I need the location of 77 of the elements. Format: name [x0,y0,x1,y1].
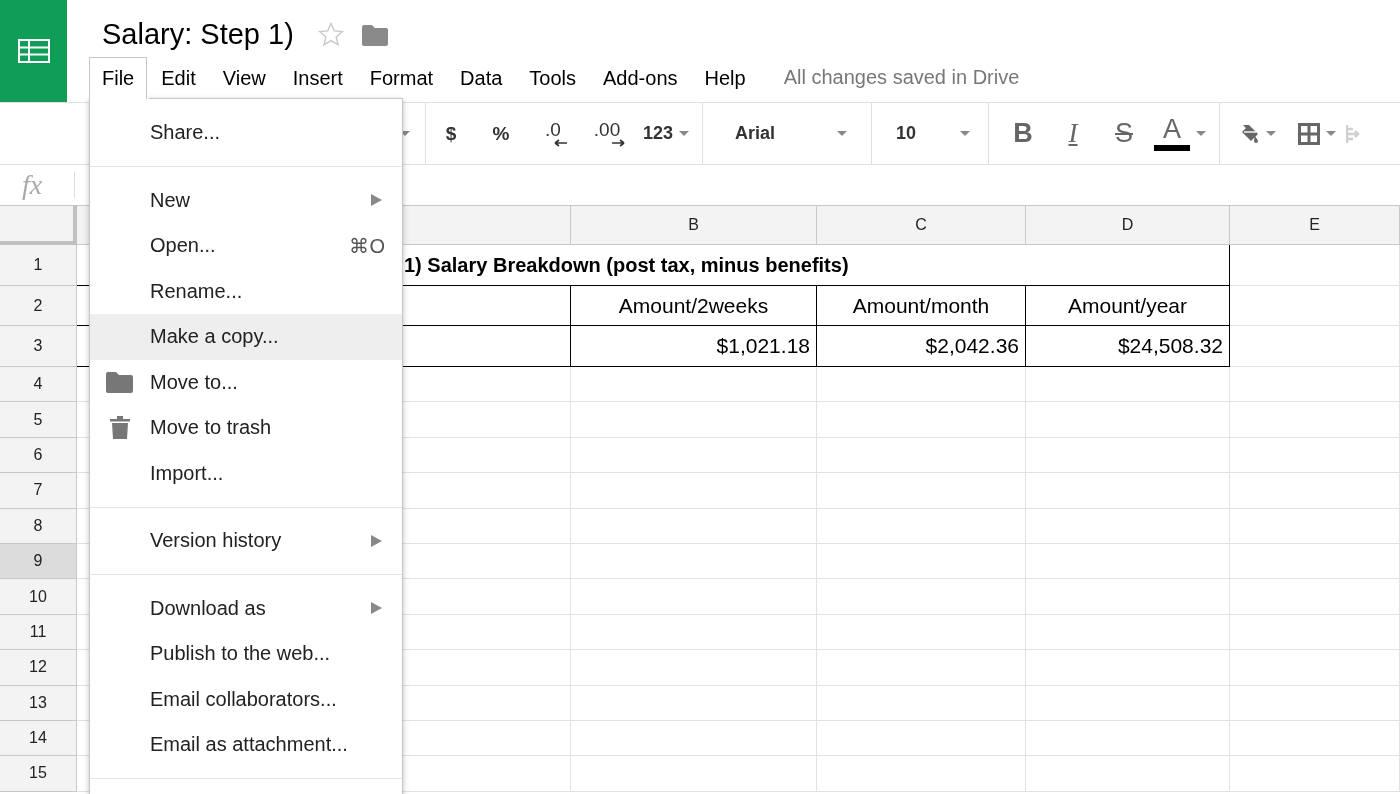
folder-icon[interactable] [361,23,388,46]
folder-icon [106,371,133,394]
menu-item[interactable]: View [209,56,279,99]
row-header[interactable]: 10 [0,579,77,615]
strikethrough-button[interactable]: S [1101,113,1147,154]
row-header[interactable]: 4 [0,367,77,403]
menu-item[interactable]: File [89,56,148,99]
menu-item[interactable]: Help [691,56,759,99]
function-label: fx [22,169,44,201]
caret-icon [1196,131,1206,136]
save-status: All changes saved in Drive [783,66,1020,89]
column-header[interactable]: E [1230,205,1400,245]
menu-item[interactable]: Data [447,56,516,99]
menu-item[interactable]: Edit [148,56,209,99]
text-color-button[interactable]: A [1147,113,1213,154]
menu-item[interactable]: Format [356,56,447,99]
row-header[interactable]: 7 [0,473,77,509]
submenu-arrow-icon [371,194,382,207]
menu-option[interactable]: Share... [90,110,402,156]
column-header[interactable]: B [571,205,817,245]
submenu-arrow-icon [371,602,382,615]
menu-option[interactable]: Move to trash [90,405,402,451]
menu-option[interactable]: New [90,177,402,223]
row-header[interactable]: 9 [0,543,77,580]
row-header[interactable]: 11 [0,614,77,651]
caret-icon [960,131,970,136]
font-dropdown[interactable]: Arial [707,113,867,154]
submenu-arrow-icon [371,534,382,547]
menu-option[interactable]: Move to... [90,359,402,405]
table-cell: Amount/year [1026,286,1230,326]
row-header[interactable]: 6 [0,437,77,474]
grid-icon [1298,122,1320,145]
row-header[interactable]: 12 [0,650,77,686]
merge-cells-icon [1346,122,1360,145]
menu-option[interactable]: Import... [90,450,402,496]
menu-option[interactable]: Version history [90,518,402,564]
menu-item[interactable]: Insert [279,56,356,99]
menu-option[interactable]: Email collaborators... [90,676,402,722]
format-button[interactable]: % [476,113,526,154]
row-header[interactable]: 5 [0,402,77,438]
table-cell: Amount/2weeks [571,286,817,326]
menu-option[interactable]: Make a copy... [90,314,402,360]
grid-icon [17,39,50,63]
row-header[interactable]: 8 [0,508,77,544]
menu-option[interactable]: Email as attachment... [90,722,402,768]
document-title[interactable]: Salary: Step 1) [102,6,294,51]
font-size-dropdown[interactable]: 10 [872,113,988,154]
caret-icon [679,131,689,136]
column-header[interactable]: D [1026,205,1230,245]
row-header[interactable]: 13 [0,685,77,721]
row-header[interactable]: 15 [0,756,77,792]
decrease-decimals-button[interactable]: .0 [526,113,580,154]
menu-item[interactable]: Add-ons [590,56,691,99]
caret-icon [1326,131,1336,136]
increase-decimals-button[interactable]: .00 [580,113,634,154]
format-button[interactable]: $ [426,113,476,154]
italic-button[interactable]: I [1045,113,1101,154]
star-icon[interactable] [317,22,344,47]
bold-button[interactable]: B [1001,113,1045,154]
number-format-dropdown[interactable]: 123 [636,113,696,154]
caret-icon [1266,131,1276,136]
table-cell: $24,508.32 [1026,326,1230,367]
table-cell: Amount/month [817,286,1026,326]
caret-icon [837,131,847,136]
column-header[interactable]: C [817,205,1026,245]
table-cell: $1,021.18 [571,326,817,367]
menu-item[interactable]: Tools [516,56,590,99]
trash-icon [110,416,130,440]
paint-bucket-icon [1240,123,1260,144]
menu-option[interactable]: Download as [90,585,402,631]
row-header[interactable]: 2 [0,286,77,326]
menu-option[interactable]: Publish to the web... [90,631,402,677]
app-logo[interactable] [0,0,67,102]
row-header[interactable]: 14 [0,720,77,757]
table-cell: $2,042.36 [817,326,1026,367]
row-header[interactable]: 3 [0,326,77,367]
row-header[interactable]: 1 [0,245,77,286]
